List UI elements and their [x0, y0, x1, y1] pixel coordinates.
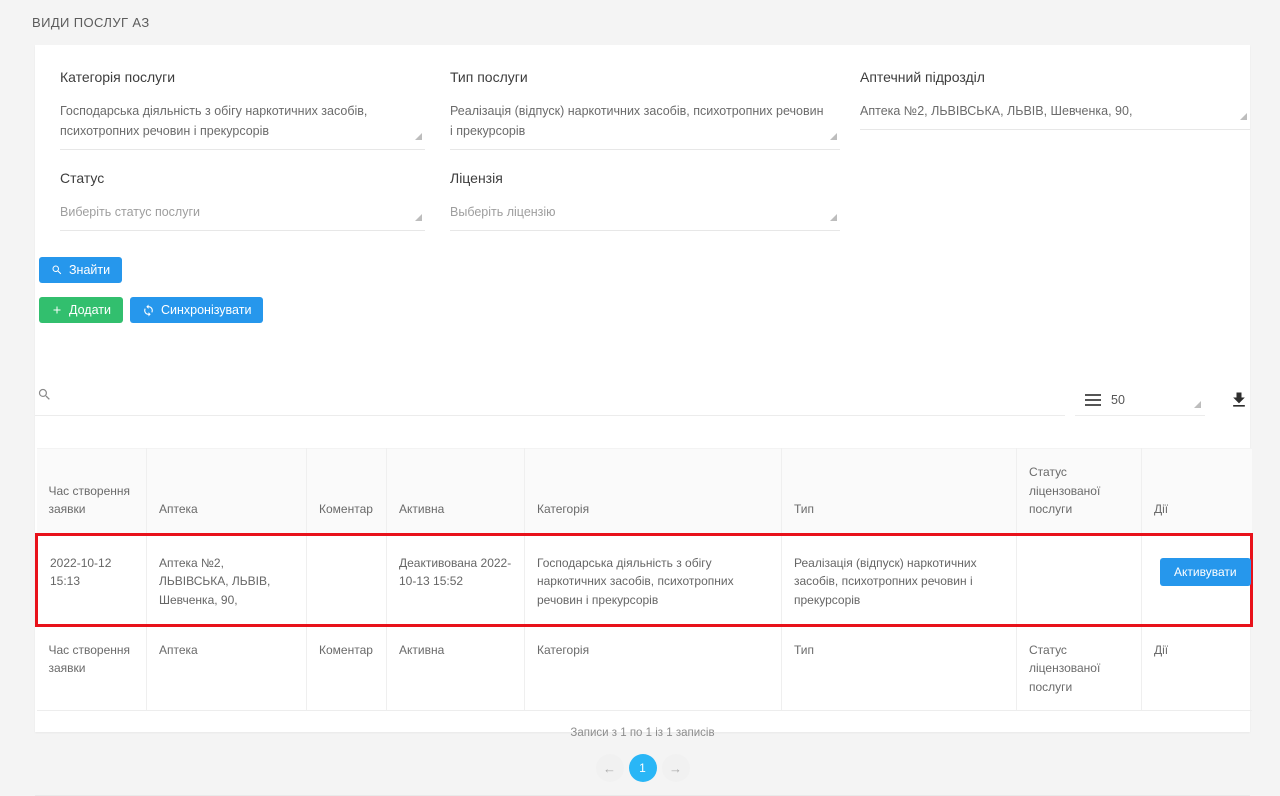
- pharmacy-unit-label: Аптечний підрозділ: [860, 69, 1250, 85]
- page-size-value: 50: [1111, 393, 1125, 407]
- footer-col-category: Категорія: [525, 625, 782, 711]
- dropdown-grip-icon: [1194, 401, 1201, 408]
- right-arrow-icon: →: [669, 761, 682, 776]
- footer-col-pharmacy: Аптека: [147, 625, 307, 711]
- left-arrow-icon: ←: [603, 761, 616, 776]
- col-header-type: Тип: [782, 449, 1017, 535]
- add-sync-button-row: Додати Синхронізувати: [39, 297, 1250, 323]
- dropdown-grip-icon: [830, 133, 837, 140]
- cell-category: Господарська діяльність з обігу наркотич…: [525, 534, 782, 625]
- col-header-active: Активна: [387, 449, 525, 535]
- filter-service-type: Тип послуги Реалізація (відпуск) наркоти…: [450, 69, 860, 150]
- search-button[interactable]: Знайти: [39, 257, 122, 283]
- services-table: Час створення заявки Аптека Коментар Акт…: [35, 448, 1253, 711]
- filter-status: Статус Виберіть статус послуги: [60, 170, 450, 231]
- license-label: Ліцензія: [450, 170, 840, 186]
- filter-license: Ліцензія Выберіть ліцензію: [450, 170, 860, 231]
- license-placeholder: Выберіть ліцензію: [450, 205, 556, 219]
- add-button-label: Додати: [69, 303, 111, 317]
- col-header-comment: Коментар: [307, 449, 387, 535]
- page-header: ВИДИ ПОСЛУГ АЗ: [0, 0, 1280, 45]
- list-icon: [1085, 394, 1101, 406]
- footer-col-created: Час створення заявки: [37, 625, 147, 711]
- pharmacy-unit-value: Аптека №2, ЛЬВІВСЬКА, ЛЬВІВ, Шевченка, 9…: [860, 104, 1132, 118]
- status-select[interactable]: Виберіть статус послуги: [60, 200, 425, 231]
- sync-icon: [142, 304, 155, 317]
- content-card: Категорія послуги Господарська діяльніст…: [35, 45, 1250, 732]
- footer-col-comment: Коментар: [307, 625, 387, 711]
- dropdown-grip-icon: [415, 133, 422, 140]
- dropdown-grip-icon: [415, 214, 422, 221]
- list-controls-row: 50: [35, 383, 1250, 416]
- cell-active: Деактивована 2022-10-13 15:52: [387, 534, 525, 625]
- cell-license-status: [1017, 534, 1142, 625]
- download-button[interactable]: [1229, 390, 1249, 413]
- footer-col-type: Тип: [782, 625, 1017, 711]
- service-type-select[interactable]: Реалізація (відпуск) наркотичних засобів…: [450, 99, 840, 150]
- col-header-pharmacy: Аптека: [147, 449, 307, 535]
- activate-button[interactable]: Активувати: [1160, 558, 1251, 586]
- col-header-created: Час створення заявки: [37, 449, 147, 535]
- cell-pharmacy: Аптека №2, ЛЬВІВСЬКА, ЛЬВІВ, Шевченка, 9…: [147, 534, 307, 625]
- service-type-label: Тип послуги: [450, 69, 840, 85]
- add-button[interactable]: Додати: [39, 297, 123, 323]
- col-header-license-status: Статус ліцензованої послуги: [1017, 449, 1142, 535]
- status-label: Статус: [60, 170, 425, 186]
- cell-actions: Активувати: [1142, 534, 1252, 625]
- footer-col-actions: Дії: [1142, 625, 1252, 711]
- records-info: Записи з 1 по 1 із 1 записів: [35, 727, 1250, 739]
- next-page-button[interactable]: →: [662, 754, 690, 782]
- search-button-row: Знайти: [39, 257, 1250, 283]
- filter-form: Категорія послуги Господарська діяльніст…: [35, 45, 1250, 231]
- license-select[interactable]: Выберіть ліцензію: [450, 200, 840, 231]
- page-1-button[interactable]: 1: [629, 754, 657, 782]
- cell-created: 2022-10-12 15:13: [37, 534, 147, 625]
- category-label: Категорія послуги: [60, 69, 425, 85]
- sync-button-label: Синхронізувати: [161, 303, 251, 317]
- pagination: ← 1 →: [35, 754, 1250, 782]
- table-search-input[interactable]: [35, 383, 1065, 416]
- table-header-row: Час створення заявки Аптека Коментар Акт…: [37, 449, 1252, 535]
- cell-comment: [307, 534, 387, 625]
- search-icon: [51, 264, 63, 276]
- cell-type: Реалізація (відпуск) наркотичних засобів…: [782, 534, 1017, 625]
- sync-button[interactable]: Синхронізувати: [130, 297, 263, 323]
- col-header-category: Категорія: [525, 449, 782, 535]
- pharmacy-unit-select[interactable]: Аптека №2, ЛЬВІВСЬКА, ЛЬВІВ, Шевченка, 9…: [860, 99, 1250, 130]
- plus-icon: [51, 304, 63, 316]
- search-icon: [37, 387, 52, 407]
- status-placeholder: Виберіть статус послуги: [60, 205, 200, 219]
- page-size-select[interactable]: 50: [1075, 393, 1205, 416]
- table-row: 2022-10-12 15:13 Аптека №2, ЛЬВІВСЬКА, Л…: [37, 534, 1252, 625]
- filter-pharmacy-unit: Аптечний підрозділ Аптека №2, ЛЬВІВСЬКА,…: [860, 69, 1250, 130]
- prev-page-button[interactable]: ←: [596, 754, 624, 782]
- footer-col-license-status: Статус ліцензованої послуги: [1017, 625, 1142, 711]
- category-value: Господарська діяльність з обігу наркотич…: [60, 104, 367, 138]
- dropdown-grip-icon: [1240, 113, 1247, 120]
- download-icon: [1229, 398, 1249, 413]
- col-header-actions: Дії: [1142, 449, 1252, 535]
- filter-category: Категорія послуги Господарська діяльніст…: [60, 69, 450, 150]
- page-title: ВИДИ ПОСЛУГ АЗ: [32, 15, 150, 30]
- service-type-value: Реалізація (відпуск) наркотичних засобів…: [450, 104, 823, 138]
- table-footer-row: Час створення заявки Аптека Коментар Акт…: [37, 625, 1252, 711]
- footer-col-active: Активна: [387, 625, 525, 711]
- category-select[interactable]: Господарська діяльність з обігу наркотич…: [60, 99, 425, 150]
- dropdown-grip-icon: [830, 214, 837, 221]
- search-button-label: Знайти: [69, 263, 110, 277]
